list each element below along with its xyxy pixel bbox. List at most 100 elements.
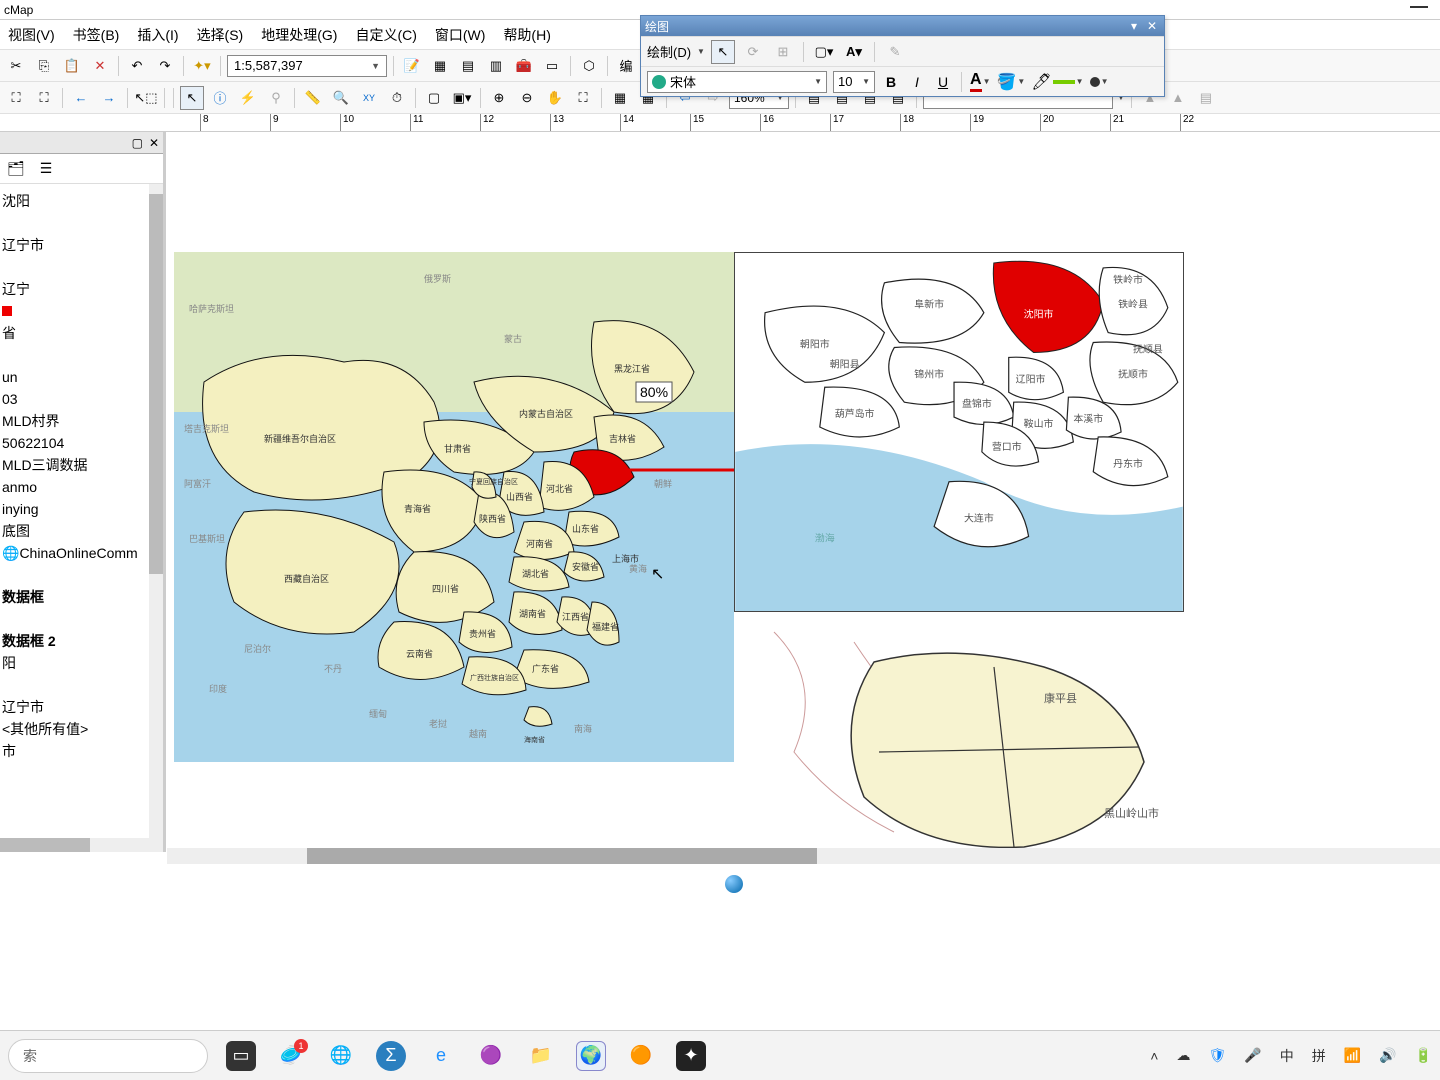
italic-button[interactable]: I [907,72,927,92]
delete-button[interactable]: ✕ [88,54,112,78]
volume-icon[interactable]: 🔊 [1379,1047,1396,1064]
measure-tool[interactable]: 📏 [301,86,325,110]
battery-icon[interactable]: 🔋 [1415,1047,1432,1064]
full-extent2-button[interactable]: ⛶ [571,86,595,110]
ie-icon[interactable]: e [426,1041,456,1071]
toc-pin-icon[interactable]: ▢ [132,136,143,150]
microphone-icon[interactable]: 🎤 [1244,1047,1261,1064]
rectangle-tool[interactable]: ▢▾ [812,40,836,64]
toc-vscrollbar[interactable] [149,184,163,838]
app-dark-icon[interactable]: ✦ [676,1041,706,1071]
line-color-button[interactable]: 🖊▼ [1031,72,1083,92]
wifi-icon[interactable]: 📶 [1344,1047,1361,1064]
pointer-tool[interactable]: ↖ [180,86,204,110]
python-button[interactable]: ▭ [540,54,564,78]
model-builder-button[interactable]: ⬡ [577,54,601,78]
html-popup-button[interactable]: ▢ [422,86,446,110]
drawing-panel-titlebar[interactable]: 绘图 ▾ ✕ [641,16,1164,36]
arctoolbox-button[interactable]: 🧰 [512,54,536,78]
edit-vertices-tool[interactable]: ✎ [883,40,907,64]
time-slider-button[interactable]: ⏱ [385,86,409,110]
task-view-icon[interactable]: ▭ [226,1041,256,1071]
app-1-icon[interactable]: 🥏1 [276,1041,306,1071]
menu-bookmark[interactable]: 书签(B) [73,25,120,45]
scale-combo[interactable]: 1:5,587,397 ▼ [227,55,387,77]
draw-menu[interactable]: 绘制(D) [647,42,691,61]
catalog-button[interactable]: ▤ [456,54,480,78]
xy-tool[interactable]: XY [357,86,381,110]
search-window-button[interactable]: ▥ [484,54,508,78]
identify-tool[interactable]: ⓘ [208,86,232,110]
fill-color-button[interactable]: 🪣▼ [996,72,1025,92]
ime-pin[interactable]: 拼 [1312,1046,1326,1066]
toc-tree[interactable]: 沈阳 辽宁市 辽宁 省 un 03 MLD村界 50622104 MLD三调数据… [0,184,163,838]
rotate-tool[interactable]: ⟳ [741,40,765,64]
menu-insert[interactable]: 插入(I) [137,25,178,45]
copy-button[interactable]: ⎘ [32,54,56,78]
minimize-button[interactable] [1410,6,1428,8]
zoom-in-button[interactable]: ⊕ [487,86,511,110]
layout-hscrollbar[interactable] [167,848,1440,864]
toc-button[interactable]: ▦ [428,54,452,78]
select-elements-tool[interactable]: ↖ [711,40,735,64]
menu-help[interactable]: 帮助(H) [503,25,550,45]
flash-tool[interactable]: ⚡ [236,86,260,110]
font-combo[interactable]: 宋体 ▼ [647,71,827,93]
find-tool[interactable]: 🔍 [329,86,353,110]
font-size-combo[interactable]: 10 ▼ [833,71,875,93]
browser-icon[interactable]: 🟣 [476,1041,506,1071]
ime-zhong[interactable]: 中 [1280,1046,1294,1066]
zoom-whole-page-button[interactable]: ▦ [608,86,632,110]
panel-options-icon[interactable]: ▾ [1126,19,1142,33]
add-data-button[interactable]: ✦▾ [190,54,214,78]
pan-button[interactable]: ✋ [543,86,567,110]
select-elements-button[interactable]: ↖⬚ [134,86,158,110]
zoom-out-button[interactable]: ⊖ [515,86,539,110]
zoom-to-elements[interactable]: ⊞ [771,40,795,64]
edge-icon[interactable]: 🌐 [326,1041,356,1071]
menu-window[interactable]: 窗口(W) [435,25,486,45]
list-by-source-tab[interactable]: ☰ [36,159,56,179]
data-frame-county[interactable]: 康平县 黑山岭山市 [734,622,1184,852]
chrome-icon[interactable]: 🟠 [626,1041,656,1071]
text-tool[interactable]: A▾ [842,40,866,64]
redo-button[interactable]: ↷ [153,54,177,78]
arcmap-icon[interactable]: 🌍 [576,1041,606,1071]
paste-button[interactable]: 📋 [60,54,84,78]
toc-hscrollbar[interactable] [0,838,163,852]
font-color-button[interactable]: A▼ [970,71,990,92]
cut-button[interactable]: ✂ [4,54,28,78]
create-viewer-button[interactable]: ▣▾ [450,86,474,110]
data-frame-liaoning[interactable]: 朝阳市 朝阳县 阜新市 铁岭市 铁岭县 抚顺市 抚顺县 锦州市 盘锦市 辽阳市 [734,252,1184,612]
data-frame-china[interactable]: 新疆维吾尔自治区 西藏自治区 青海省 甘肃省 内蒙古自治区 黑龙江省 吉林省 [174,252,734,762]
app-sigma-icon[interactable]: Σ [376,1041,406,1071]
full-extent-button[interactable]: ⛶ [4,86,28,110]
georef3-button[interactable]: ▤ [1194,86,1218,110]
georef2-button[interactable]: ▲ [1166,86,1190,110]
marker-color-button[interactable]: ▼ [1090,77,1109,87]
forward-button[interactable]: → [97,86,121,110]
underline-button[interactable]: U [933,72,953,92]
undo-button[interactable]: ↶ [125,54,149,78]
arcglobe-icon[interactable] [725,875,743,893]
editor-toolbar-button[interactable]: 📝 [400,54,424,78]
hyperlink-tool[interactable]: ⚲ [264,86,288,110]
taskbar-search[interactable]: 索 [8,1039,208,1073]
menu-geoprocess[interactable]: 地理处理(G) [261,25,337,45]
panel-close-icon[interactable]: ✕ [1144,19,1160,33]
menu-view[interactable]: 视图(V) [8,25,55,45]
explorer-icon[interactable]: 📁 [526,1041,556,1071]
tray-chevron-icon[interactable]: ˄ [1150,1048,1158,1064]
bold-button[interactable]: B [881,72,901,92]
menu-customize[interactable]: 自定义(C) [355,25,416,45]
list-by-drawing-order-tab[interactable]: 🗂 [6,159,26,179]
drawing-toolbar-panel[interactable]: 绘图 ▾ ✕ 绘制(D)▼ ↖ ⟳ ⊞ ▢▾ A▾ ✎ 宋体 ▼ 10 ▼ B … [640,15,1165,97]
toc-close-icon[interactable]: ✕ [149,136,159,150]
security-icon[interactable]: 🛡 [1208,1047,1226,1064]
layout-view[interactable]: 新疆维吾尔自治区 西藏自治区 青海省 甘肃省 内蒙古自治区 黑龙江省 吉林省 [166,132,1440,852]
back-button[interactable]: ← [69,86,93,110]
edit-label[interactable]: 编 [614,54,638,78]
menu-select[interactable]: 选择(S) [197,25,244,45]
fixed-zoom-button[interactable]: ⛶ [32,86,56,110]
onedrive-icon[interactable]: ☁ [1176,1047,1190,1064]
